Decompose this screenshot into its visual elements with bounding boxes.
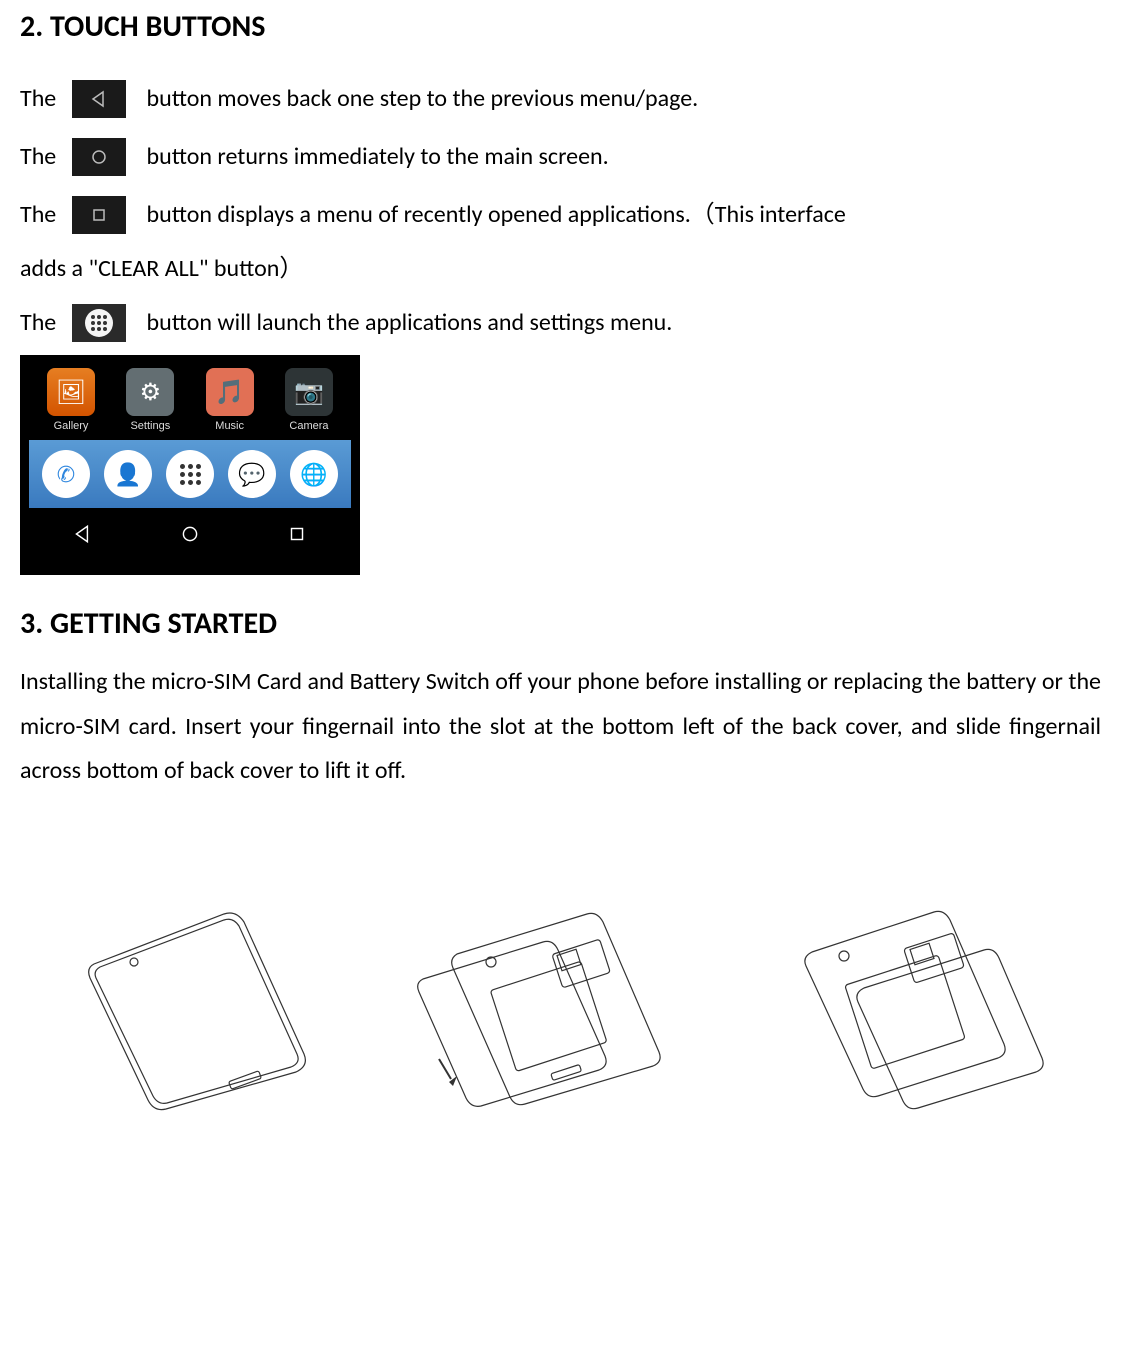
line-apps-pre: The — [20, 297, 62, 349]
dock-phone-icon: ✆ — [42, 450, 90, 498]
line-recent-post: button displays a menu of recently opene… — [136, 189, 852, 241]
phone-drawing-3 — [758, 894, 1058, 1114]
line-back-post: button moves back one step to the previo… — [136, 73, 699, 125]
home-button-icon — [72, 138, 126, 176]
touch-line-back: The button moves back one step to the pr… — [20, 73, 1101, 125]
phone-app-settings: ⚙ Settings — [112, 368, 188, 432]
heading-getting-started: 3. GETTING STARTED — [20, 605, 1101, 642]
dock-browser-icon: 🌐 — [290, 450, 338, 498]
line-home-post: button returns immediately to the main s… — [136, 131, 609, 183]
phone-app-camera: 📷 Camera — [271, 368, 347, 432]
gallery-icon: 🖼 — [47, 368, 95, 416]
phone-dock: ✆ 👤 💬 🌐 — [29, 440, 351, 508]
music-label: Music — [215, 420, 244, 432]
camera-icon: 📷 — [285, 368, 333, 416]
recent-button-icon — [72, 196, 126, 234]
phone-drawing-1 — [64, 904, 324, 1114]
phone-drawings-row — [20, 894, 1101, 1114]
touch-line-recent: The button displays a menu of recently o… — [20, 189, 1101, 241]
getting-started-paragraph: Installing the micro-SIM Card and Batter… — [20, 660, 1101, 793]
heading-touch-buttons: 2. TOUCH BUTTONS — [20, 8, 1101, 45]
camera-label: Camera — [289, 420, 328, 432]
nav-back-icon — [72, 523, 94, 545]
phone-screenshot: 🖼 Gallery ⚙ Settings 🎵 Music 📷 Camera ✆ … — [20, 355, 360, 575]
back-button-icon — [72, 80, 126, 118]
line-recent-pre: The — [20, 189, 62, 241]
nav-recent-icon — [286, 523, 308, 545]
touch-line-recent-cont: adds a "CLEAR ALL" button） — [20, 247, 1101, 291]
phone-app-gallery: 🖼 Gallery — [33, 368, 109, 432]
settings-icon: ⚙ — [126, 368, 174, 416]
phone-navbar — [29, 512, 351, 556]
line-apps-post: button will launch the applications and … — [136, 297, 673, 349]
apps-launcher-button-icon — [72, 304, 126, 342]
gallery-label: Gallery — [54, 420, 89, 432]
settings-label: Settings — [130, 420, 170, 432]
touch-line-apps: The button will launch the applications … — [20, 297, 1101, 349]
dock-contacts-icon: 👤 — [104, 450, 152, 498]
line-home-pre: The — [20, 131, 62, 183]
dock-apps-icon — [166, 450, 214, 498]
phone-apps-row: 🖼 Gallery ⚙ Settings 🎵 Music 📷 Camera — [29, 368, 351, 440]
touch-line-home: The button returns immediately to the ma… — [20, 131, 1101, 183]
music-icon: 🎵 — [206, 368, 254, 416]
phone-drawing-2 — [391, 904, 691, 1114]
dock-messages-icon: 💬 — [228, 450, 276, 498]
phone-app-music: 🎵 Music — [192, 368, 268, 432]
line-back-pre: The — [20, 73, 62, 125]
nav-home-icon — [179, 523, 201, 545]
